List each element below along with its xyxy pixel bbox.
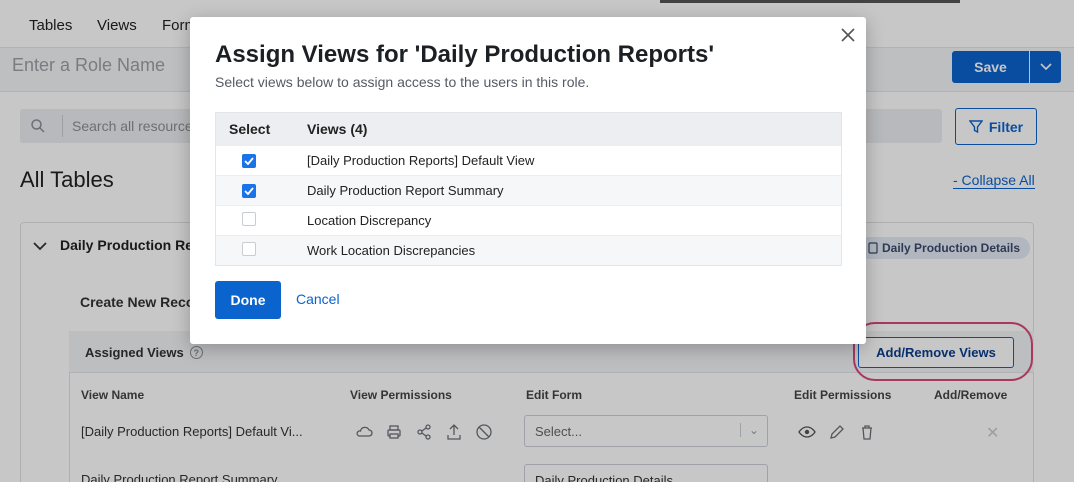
view-checkbox-unchecked[interactable] [242, 242, 256, 256]
checkmark-icon [244, 157, 254, 165]
modal-subtitle: Select views below to assign access to t… [215, 74, 590, 90]
view-checkbox-unchecked[interactable] [242, 212, 256, 226]
view-name: Daily Production Report Summary [307, 183, 504, 198]
view-name: [Daily Production Reports] Default View [307, 153, 535, 168]
view-name: Location Discrepancy [307, 213, 432, 228]
done-button[interactable]: Done [215, 281, 281, 319]
view-checkbox-checked[interactable] [242, 184, 256, 198]
cancel-link[interactable]: Cancel [296, 291, 340, 307]
modal-title: Assign Views for 'Daily Production Repor… [215, 41, 715, 68]
views-table: Select Views (4) [Daily Production Repor… [215, 112, 842, 266]
col-views: Views (4) [307, 121, 368, 137]
view-name: Work Location Discrepancies [307, 243, 476, 258]
view-row[interactable]: Daily Production Report Summary [216, 175, 841, 205]
view-row[interactable]: [Daily Production Reports] Default View [216, 145, 841, 175]
view-checkbox-checked[interactable] [242, 154, 256, 168]
view-row[interactable]: Location Discrepancy [216, 205, 841, 235]
col-select: Select [229, 121, 271, 137]
close-icon[interactable] [839, 26, 857, 44]
views-table-header: Select Views (4) [216, 113, 841, 145]
checkmark-icon [244, 187, 254, 195]
view-row[interactable]: Work Location Discrepancies [216, 235, 841, 265]
